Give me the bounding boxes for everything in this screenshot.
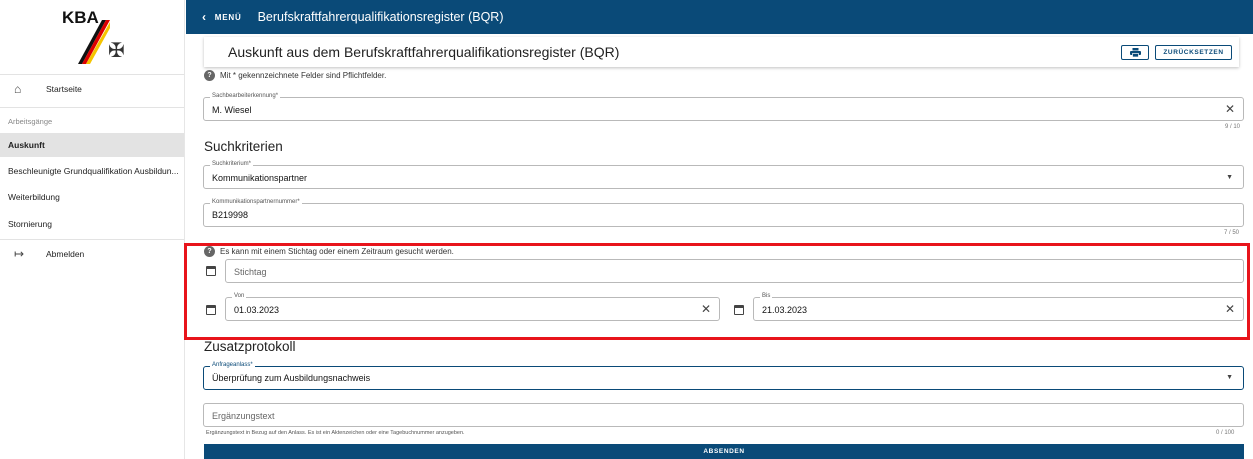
required-fields-hint: ? Mit * gekennzeichnete Felder sind Pfli… (204, 70, 386, 81)
field-label: Suchkriterium* (210, 161, 254, 167)
sidebar-item-label: Startseite (46, 84, 82, 94)
home-icon: ⌂ (14, 82, 22, 96)
dropdown-arrow-icon: ▼ (1226, 174, 1233, 181)
logout-icon: ↦ (14, 247, 25, 261)
field-value: M. Wiesel (212, 105, 252, 115)
char-counter: 7 / 50 (1224, 230, 1240, 236)
sidebar-item-label: Beschleunigte Grundqualifikation Ausbild… (8, 166, 179, 176)
reset-button[interactable]: ZURÜCKSETZEN (1155, 45, 1232, 60)
sachbearbeiterkennung-field[interactable]: Sachbearbeiterkennung* M. Wiesel ✕ (203, 93, 1244, 121)
anfrageanlass-select[interactable]: Anfrageanlass* Überprüfung zum Ausbildun… (203, 362, 1244, 390)
sidebar-item-stornierung[interactable]: Stornierung (0, 212, 184, 236)
kommunikationspartnernummer-field[interactable]: Kommunikationspartnernummer* B219998 (203, 199, 1244, 227)
divider (0, 74, 184, 75)
sidebar-item-label: Abmelden (46, 249, 85, 259)
sidebar-item-label: Stornierung (8, 219, 52, 229)
field-value: Überprüfung zum Ausbildungsnachweis (212, 373, 371, 383)
field-placeholder: Ergänzungstext (212, 411, 275, 421)
divider (0, 239, 184, 240)
page-title: Auskunft aus dem Berufskraftfahrerqualif… (228, 44, 620, 60)
divider (0, 107, 184, 108)
chevron-left-icon: ‹ (202, 10, 207, 24)
sidebar-item-startseite[interactable]: ⌂ Startseite (0, 77, 184, 101)
sidebar-item-label: Weiterbildung (8, 192, 60, 202)
helper-text: Ergänzungstext in Bezug auf den Anlass. … (206, 430, 465, 436)
app-title: Berufskraftfahrerqualifikationsregister … (257, 10, 504, 24)
eagle-emblem-icon: ✠ (108, 40, 125, 62)
sidebar-item-weiterbildung[interactable]: Weiterbildung (0, 185, 184, 209)
print-button[interactable] (1121, 45, 1149, 60)
sidebar-item-abmelden[interactable]: ↦ Abmelden (0, 242, 184, 266)
field-value: B219998 (212, 210, 249, 220)
flag-stripe-icon (78, 20, 110, 64)
char-counter: 0 / 100 (1216, 430, 1235, 436)
highlight-box (184, 243, 1250, 340)
page-header: Auskunft aus dem Berufskraftfahrerqualif… (204, 37, 1239, 67)
hint-text: Mit * gekennzeichnete Felder sind Pflich… (220, 71, 387, 80)
clear-icon[interactable]: ✕ (1225, 102, 1235, 116)
ergaenzungstext-field[interactable]: Ergänzungstext (203, 403, 1244, 427)
dropdown-arrow-icon: ▼ (1226, 374, 1233, 381)
sidebar: KBA ✠ ⌂ Startseite Arbeitsgänge Auskunft… (0, 0, 185, 459)
help-icon: ? (204, 70, 215, 81)
top-bar: ‹ MENÜ Berufskraftfahrerqualifikationsre… (186, 0, 1253, 34)
menu-button[interactable]: ‹ MENÜ (202, 10, 242, 24)
field-label: Anfrageanlass* (210, 362, 255, 368)
field-value: Kommunikationspartner (212, 173, 308, 183)
sidebar-item-label: Auskunft (8, 140, 45, 150)
kba-logo: KBA ✠ (0, 0, 185, 70)
char-counter: 9 / 10 (1225, 124, 1241, 130)
nav-section-label: Arbeitsgänge (8, 117, 53, 126)
section-title-zusatzprotokoll: Zusatzprotokoll (204, 339, 296, 354)
menu-label: MENÜ (214, 12, 242, 22)
sidebar-item-beschleunigte-grundqualifikation[interactable]: Beschleunigte Grundqualifikation Ausbild… (0, 159, 184, 183)
sidebar-item-auskunft[interactable]: Auskunft (0, 133, 184, 157)
field-label: Kommunikationspartnernummer* (210, 199, 302, 205)
section-title-suchkriterien: Suchkriterien (204, 139, 283, 154)
printer-icon (1129, 48, 1141, 57)
submit-button[interactable]: ABSENDEN (204, 444, 1244, 459)
suchkriterium-select[interactable]: Suchkriterium* Kommunikationspartner ▼ (203, 161, 1244, 189)
field-label: Sachbearbeiterkennung* (210, 93, 281, 99)
